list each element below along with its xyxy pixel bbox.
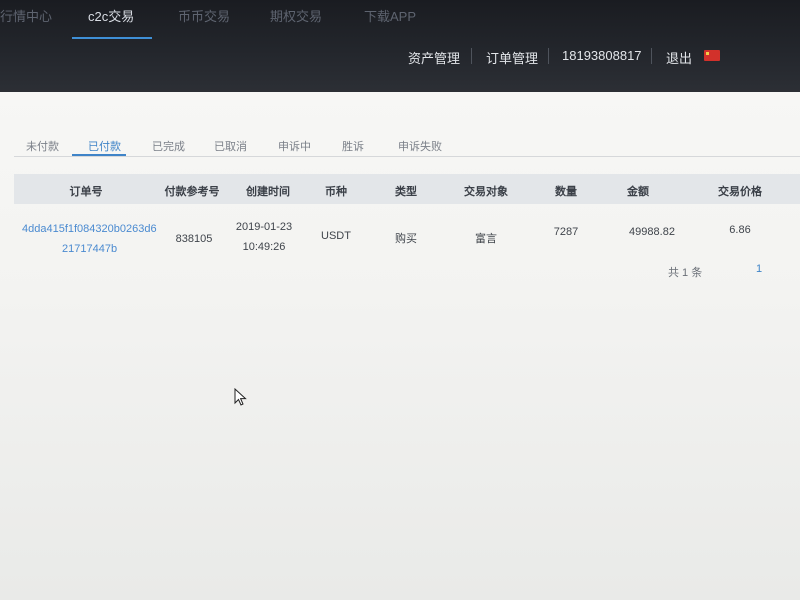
column-header-order-id: 订单号 [69, 186, 103, 198]
tab-paid[interactable]: 已付款 [88, 138, 121, 154]
tab-coin-trade[interactable]: 币币交易 [178, 6, 230, 25]
tab-completed[interactable]: 已完成 [152, 138, 185, 154]
quantity: 7287 [553, 226, 579, 238]
divider [14, 156, 800, 157]
column-header-created-time: 创建时间 [246, 186, 290, 198]
logout-link[interactable]: 退出 [666, 48, 692, 67]
tab-cancelled[interactable]: 已取消 [214, 138, 247, 154]
tab-appeal-won[interactable]: 胜诉 [342, 138, 364, 154]
tab-options-trade[interactable]: 期权交易 [270, 6, 322, 25]
active-tab-indicator [72, 37, 152, 39]
pagination-page-1[interactable]: 1 [756, 263, 762, 275]
top-navigation: 行情中心 c2c交易 币币交易 期权交易 下载APP 资产管理 订单管理 181… [0, 0, 800, 92]
order-management-link[interactable]: 订单管理 [486, 48, 538, 67]
tab-c2c-trade[interactable]: c2c交易 [88, 6, 134, 25]
column-header-coin: 币种 [325, 186, 347, 198]
mouse-cursor-icon [234, 388, 247, 406]
divider [471, 48, 472, 64]
tab-download-app[interactable]: 下载APP [364, 6, 416, 25]
order-id-link[interactable]: 4dda415f1f084320b0263d6 [22, 223, 157, 235]
table-header: 订单号 付款参考号 创建时间 币种 类型 交易对象 数量 金额 交易价格 [14, 174, 800, 204]
order-id-link-continued[interactable]: 21717447b [62, 243, 117, 255]
payment-ref: 838105 [175, 233, 213, 245]
counterparty: 富言 [475, 233, 497, 245]
column-header-payment-ref: 付款参考号 [164, 186, 220, 198]
divider [548, 48, 549, 64]
column-header-quantity: 数量 [555, 186, 577, 198]
created-time: 10:49:26 [242, 241, 286, 253]
pagination-total: 共 1 条 [668, 267, 703, 279]
user-phone[interactable]: 18193808817 [562, 48, 642, 63]
tab-market-center[interactable]: 行情中心 [0, 6, 52, 25]
tab-appeal-failed[interactable]: 申诉失败 [398, 138, 442, 154]
coin-type: USDT [321, 230, 351, 242]
china-flag-icon[interactable] [704, 50, 720, 61]
orders-panel: 未付款 已付款 已完成 已取消 申诉中 胜诉 申诉失败 订单号 付款参考号 创建… [0, 92, 800, 600]
tab-unpaid[interactable]: 未付款 [26, 138, 59, 154]
tab-appealing[interactable]: 申诉中 [278, 138, 311, 154]
column-header-type: 类型 [395, 186, 417, 198]
column-header-counterparty: 交易对象 [464, 186, 508, 198]
created-date: 2019-01-23 [235, 221, 293, 233]
column-header-price: 交易价格 [718, 186, 762, 198]
amount: 49988.82 [629, 226, 675, 238]
assets-management-link[interactable]: 资产管理 [408, 48, 460, 67]
price: 6.86 [729, 224, 751, 236]
trade-type: 购买 [395, 233, 417, 245]
column-header-amount: 金额 [627, 186, 649, 198]
divider [651, 48, 652, 64]
